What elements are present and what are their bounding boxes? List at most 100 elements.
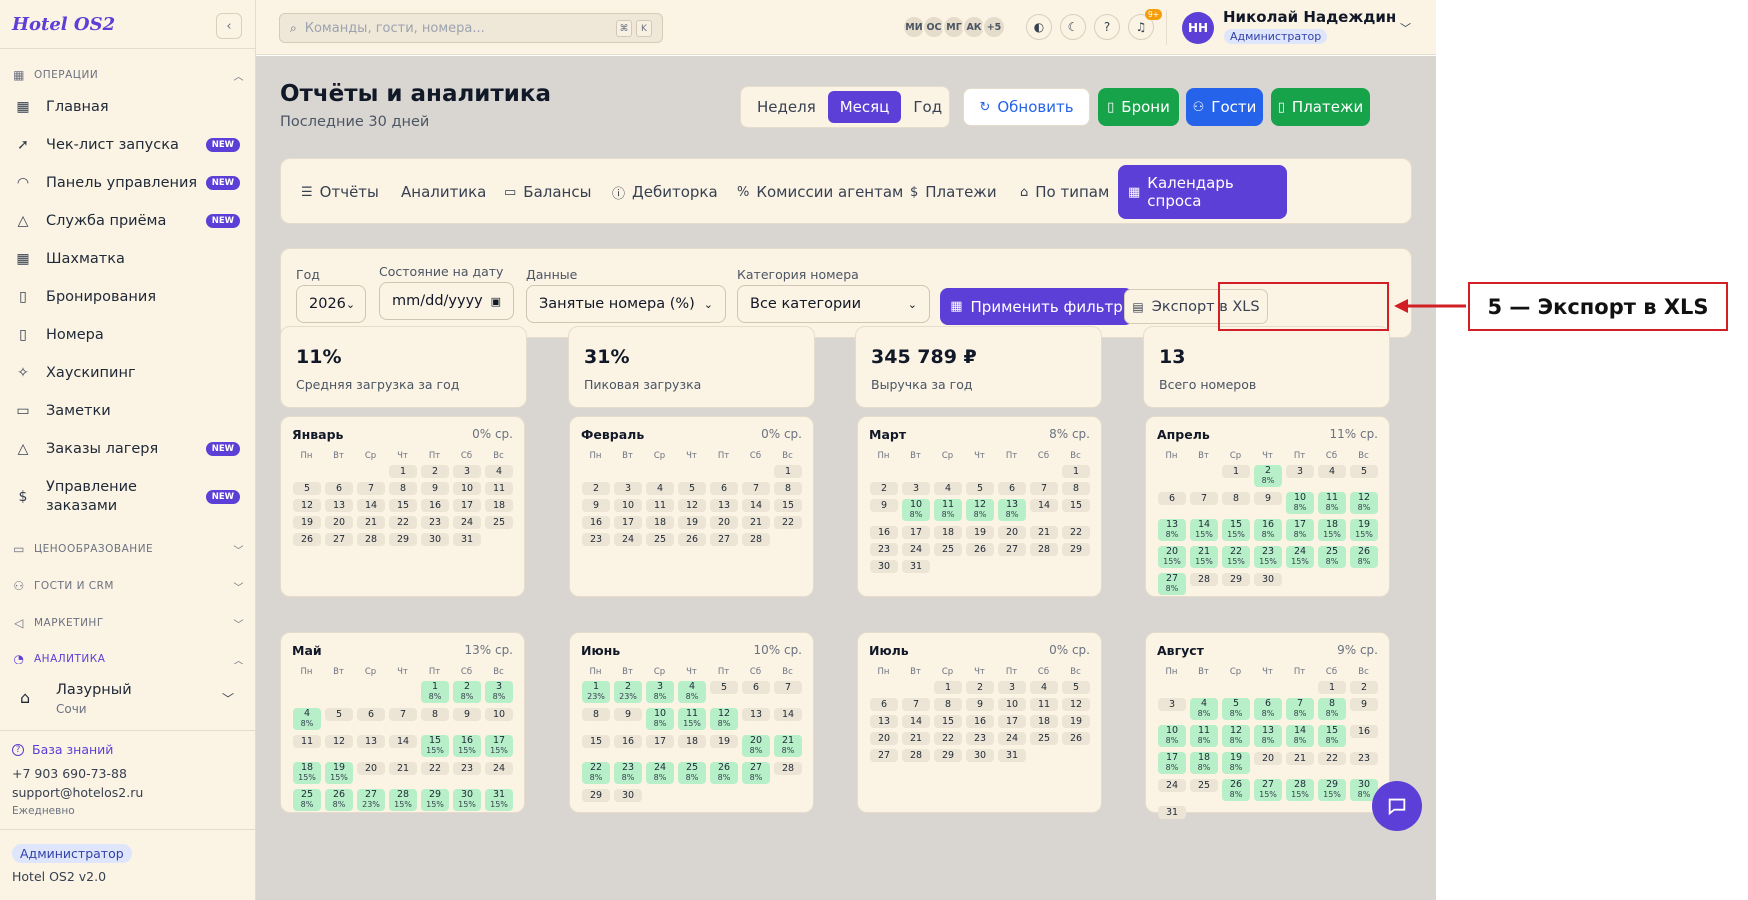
calendar-day[interactable]: 18 — [485, 499, 513, 512]
sidebar-item-2[interactable]: ◠ Панель управления NEW — [14, 175, 246, 191]
sidebar-item-4[interactable]: ▦ Шахматка — [14, 251, 246, 267]
calendar-day[interactable]: 4 — [646, 482, 674, 495]
calendar-day[interactable]: 4 — [934, 482, 962, 495]
calendar-day[interactable]: 11 — [1030, 698, 1058, 711]
calendar-day[interactable]: 17 8% — [1158, 752, 1186, 774]
bookings-button[interactable]: ▯ Брони — [1098, 88, 1179, 126]
calendar-day[interactable]: 24 — [485, 762, 513, 775]
tab-reports[interactable]: ☰ Отчёты — [291, 165, 389, 219]
calendar-day[interactable]: 17 — [998, 715, 1026, 728]
calendar-day[interactable]: 23 — [966, 732, 994, 745]
calendar-day[interactable]: 26 8% — [1222, 779, 1250, 801]
notifications-button[interactable]: ♫ 9+ — [1128, 9, 1163, 40]
payments-button[interactable]: ▯ Платежи — [1271, 88, 1370, 126]
calendar-day[interactable]: 21 15% — [1190, 546, 1218, 568]
date-input[interactable]: mm/dd/yyyy ▣ — [379, 282, 514, 320]
calendar-day[interactable]: 25 — [485, 516, 513, 529]
calendar-day[interactable]: 26 8% — [1350, 546, 1378, 568]
calendar-day[interactable]: 16 — [870, 526, 898, 539]
calendar-day[interactable]: 13 — [742, 708, 770, 721]
calendar-day[interactable]: 20 — [1254, 752, 1282, 765]
calendar-day[interactable]: 20 8% — [742, 735, 770, 757]
calendar-day[interactable]: 2 8% — [453, 681, 481, 703]
calendar-day[interactable]: 10 — [998, 698, 1026, 711]
calendar-day[interactable]: 18 15% — [293, 762, 321, 784]
tab-by-type[interactable]: ⌂ По типам — [1010, 165, 1119, 219]
calendar-day[interactable]: 1 — [934, 681, 962, 694]
calendar-day[interactable]: 3 — [1286, 465, 1314, 478]
calendar-day[interactable]: 14 15% — [1190, 519, 1218, 541]
calendar-day[interactable]: 5 — [293, 482, 321, 495]
calendar-day[interactable]: 15 8% — [1318, 725, 1346, 747]
calendar-day[interactable]: 10 — [453, 482, 481, 495]
calendar-day[interactable]: 20 — [870, 732, 898, 745]
calendar-day[interactable]: 7 — [389, 708, 417, 721]
dark-mode-button[interactable]: ☾ — [1060, 14, 1086, 40]
calendar-day[interactable]: 10 — [614, 499, 642, 512]
calendar-day[interactable]: 26 — [293, 533, 321, 546]
calendar-day[interactable]: 16 — [614, 735, 642, 748]
calendar-day[interactable]: 24 — [453, 516, 481, 529]
calendar-day[interactable]: 22 15% — [1222, 546, 1250, 568]
support-phone[interactable]: +7 903 690-73-88 — [12, 766, 127, 781]
calendar-day[interactable]: 31 15% — [485, 789, 513, 811]
calendar-day[interactable]: 9 — [453, 708, 481, 721]
calendar-day[interactable]: 2 — [1350, 681, 1378, 694]
calendar-day[interactable]: 2 — [870, 482, 898, 495]
year-select[interactable]: 2026 ⌄ — [296, 285, 366, 323]
knowledge-base-link[interactable]: ? База знаний — [12, 742, 113, 757]
calendar-day[interactable]: 30 — [966, 749, 994, 762]
calendar-day[interactable]: 1 23% — [582, 681, 610, 703]
calendar-day[interactable]: 7 — [357, 482, 385, 495]
calendar-day[interactable]: 23 15% — [1254, 546, 1282, 568]
calendar-day[interactable]: 21 8% — [774, 735, 802, 757]
calendar-day[interactable]: 12 — [1062, 698, 1090, 711]
calendar-day[interactable]: 3 — [1158, 698, 1186, 711]
calendar-day[interactable]: 13 8% — [998, 499, 1026, 521]
calendar-day[interactable]: 4 8% — [1190, 698, 1218, 720]
category-select[interactable]: Все категории ⌄ — [737, 285, 930, 323]
period-year[interactable]: Год — [901, 91, 954, 123]
refresh-button[interactable]: ↻ Обновить — [963, 88, 1090, 126]
calendar-day[interactable]: 20 15% — [1158, 546, 1186, 568]
calendar-day[interactable]: 20 — [325, 516, 353, 529]
calendar-day[interactable]: 23 — [1350, 752, 1378, 765]
calendar-day[interactable]: 31 — [1158, 806, 1186, 819]
calendar-day[interactable]: 1 — [1222, 465, 1250, 478]
calendar-day[interactable]: 6 — [1158, 492, 1186, 505]
calendar-day[interactable]: 2 23% — [614, 681, 642, 703]
sidebar-item-0[interactable]: ▦ Главная — [14, 99, 246, 115]
calendar-day[interactable]: 8 — [1222, 492, 1250, 505]
calendar-day[interactable]: 18 — [646, 516, 674, 529]
calendar-day[interactable]: 9 — [582, 499, 610, 512]
calendar-day[interactable]: 29 — [934, 749, 962, 762]
chat-button[interactable] — [1372, 781, 1422, 831]
calendar-day[interactable]: 19 15% — [325, 762, 353, 784]
calendar-day[interactable]: 24 — [998, 732, 1026, 745]
calendar-day[interactable]: 14 — [742, 499, 770, 512]
calendar-day[interactable]: 29 — [389, 533, 417, 546]
tab-analytics[interactable]: Аналитика — [391, 165, 496, 219]
calendar-day[interactable]: 15 15% — [421, 735, 449, 757]
calendar-day[interactable]: 9 — [1350, 698, 1378, 711]
period-week[interactable]: Неделя — [745, 91, 828, 123]
calendar-day[interactable]: 7 — [774, 681, 802, 694]
calendar-day[interactable]: 27 — [325, 533, 353, 546]
calendar-day[interactable]: 5 — [966, 482, 994, 495]
calendar-day[interactable]: 29 — [1222, 573, 1250, 586]
calendar-day[interactable]: 12 8% — [1350, 492, 1378, 514]
calendar-day[interactable]: 21 — [1286, 752, 1314, 765]
calendar-day[interactable]: 21 — [742, 516, 770, 529]
calendar-day[interactable]: 2 — [966, 681, 994, 694]
calendar-day[interactable]: 5 — [678, 482, 706, 495]
calendar-day[interactable]: 8 — [1062, 482, 1090, 495]
calendar-day[interactable]: 7 — [1030, 482, 1058, 495]
calendar-day[interactable]: 18 15% — [1318, 519, 1346, 541]
calendar-day[interactable]: 29 15% — [1318, 779, 1346, 801]
calendar-day[interactable]: 24 — [614, 533, 642, 546]
sidebar-item-6[interactable]: ▯ Номера — [14, 327, 246, 343]
calendar-day[interactable]: 6 — [357, 708, 385, 721]
calendar-day[interactable]: 22 — [389, 516, 417, 529]
calendar-day[interactable]: 18 — [1030, 715, 1058, 728]
calendar-day[interactable]: 11 8% — [1190, 725, 1218, 747]
